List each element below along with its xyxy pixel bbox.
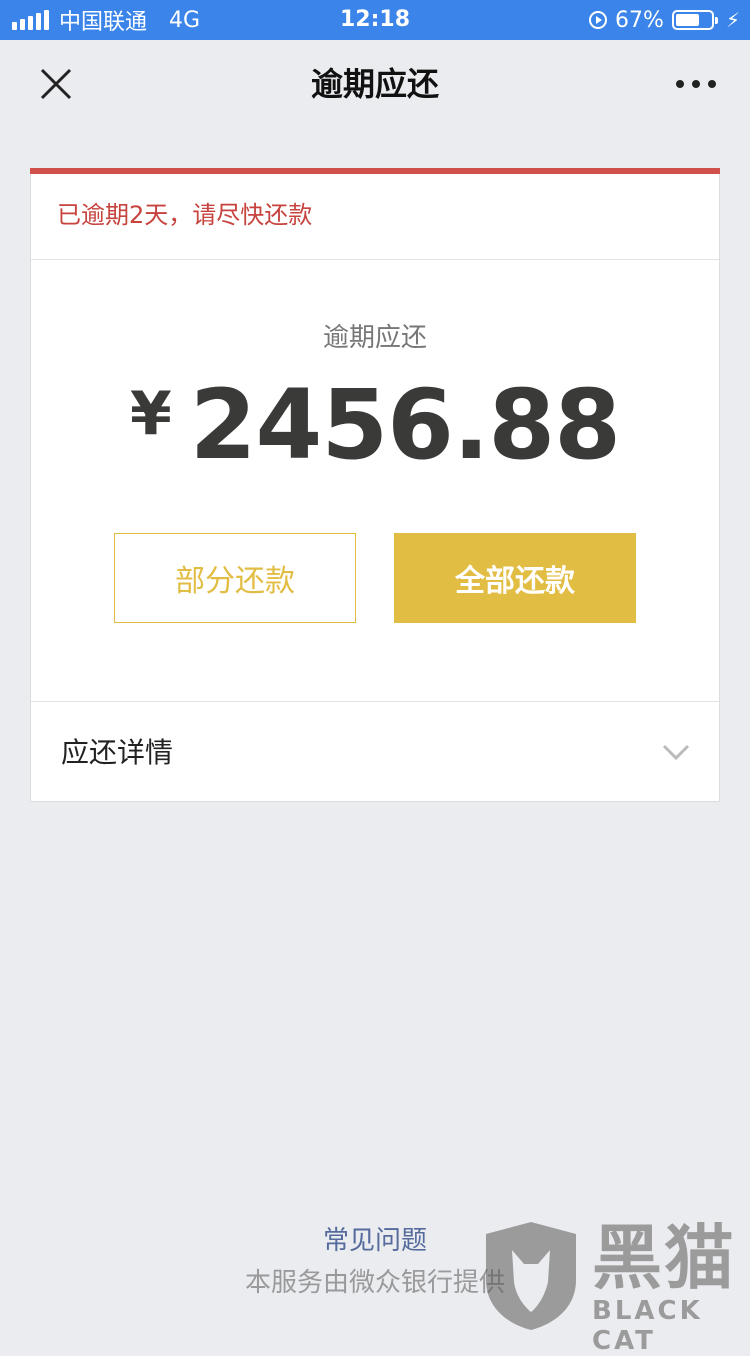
cat-shield-logo-icon [486, 1222, 576, 1330]
repay-details-row[interactable]: 应还详情 [31, 703, 719, 801]
overdue-alert: 已逾期2天，请尽快还款 [57, 201, 313, 229]
divider [31, 701, 719, 702]
repayment-card: 已逾期2天，请尽快还款 逾期应还 ¥2456.88 部分还款 全部还款 应还详情 [30, 168, 720, 802]
overdue-accent-bar [30, 168, 720, 174]
divider [31, 259, 719, 260]
battery-percent: 67% [615, 7, 664, 33]
status-right: 67% ⚡ [589, 6, 740, 34]
full-repay-button[interactable]: 全部还款 [394, 533, 636, 623]
page-title: 逾期应还 [310, 65, 439, 103]
battery-icon [671, 10, 718, 30]
more-dots-icon[interactable] [676, 70, 716, 98]
charging-bolt-icon: ⚡ [725, 8, 740, 32]
currency-symbol: ¥ [130, 379, 172, 449]
chevron-down-icon [662, 744, 690, 761]
repay-details-label: 应还详情 [61, 736, 174, 769]
amount-display: ¥2456.88 [31, 369, 719, 481]
status-bar: 中国联通 4G 12:18 67% ⚡ [0, 0, 750, 40]
watermark-cn: 黑猫 [592, 1217, 736, 1299]
watermark-en: BLACK CAT [592, 1296, 703, 1356]
amount-label: 逾期应还 [322, 323, 427, 353]
amount-value: 2456.88 [189, 369, 621, 481]
nav-bar: 逾期应还 [0, 40, 750, 128]
partial-repay-button[interactable]: 部分还款 [114, 533, 356, 623]
rotation-lock-icon [589, 11, 608, 29]
black-cat-watermark: 黑猫 BLACK CAT [478, 1216, 750, 1356]
